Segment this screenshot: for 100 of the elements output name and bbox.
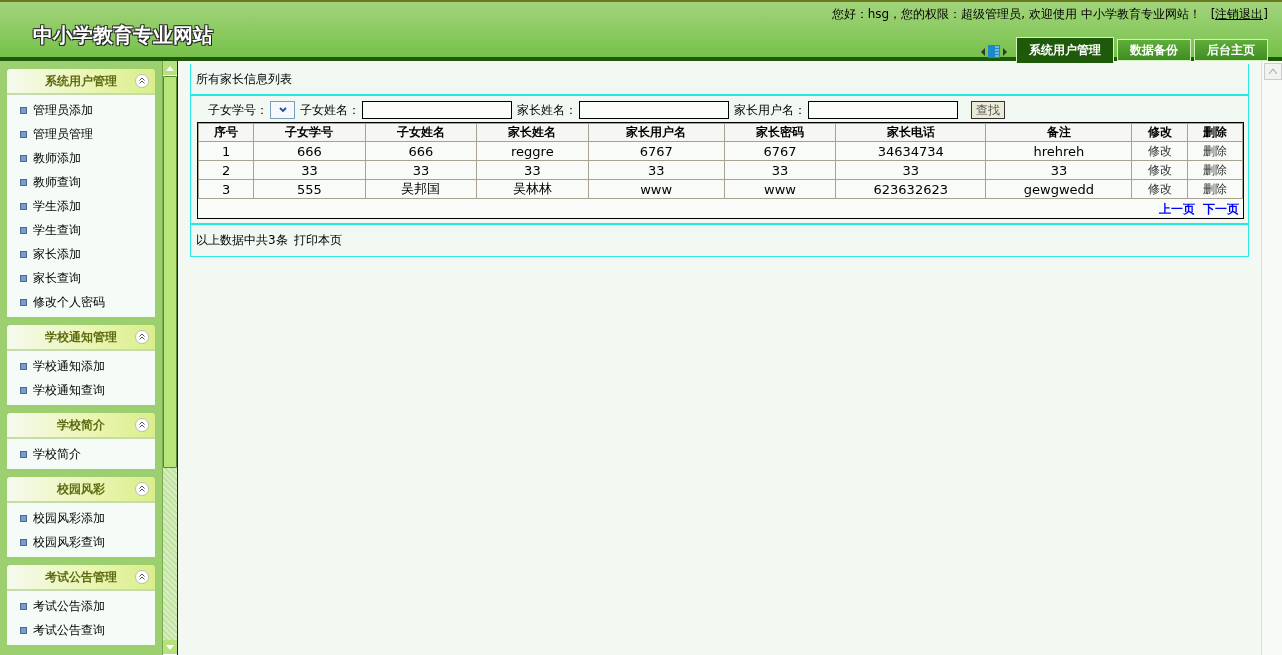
- table-cell: 6767: [724, 141, 836, 161]
- sidebar-link[interactable]: 考试公告查询: [33, 621, 105, 639]
- table-cell: 6767: [588, 141, 725, 161]
- sidebar-link[interactable]: 学生查询: [33, 221, 81, 239]
- panel-title: 学校通知管理: [45, 328, 117, 346]
- site-title: 中小学教育专业网站: [33, 22, 213, 49]
- panel-header[interactable]: 系统用户管理: [7, 69, 155, 95]
- table-cell: 33: [985, 160, 1132, 180]
- table-cell: 33: [365, 160, 477, 180]
- right-arrow-icon[interactable]: [1002, 47, 1007, 56]
- bullet-icon: [20, 130, 27, 138]
- bullet-icon: [20, 250, 27, 258]
- table-cell: 555: [253, 179, 366, 199]
- sidebar-link[interactable]: 学生添加: [33, 197, 81, 215]
- table-cell: www: [724, 179, 836, 199]
- panel-title: 校园风彩: [57, 480, 105, 498]
- filter-label: 家长姓名：: [517, 101, 577, 119]
- table-cell: 33: [835, 160, 986, 180]
- action-link[interactable]: 删除: [1187, 160, 1243, 180]
- bullet-icon: [20, 106, 27, 114]
- column-header: 家长姓名: [476, 123, 589, 142]
- sidebar-link[interactable]: 教师查询: [33, 173, 81, 191]
- table-cell: 34634734: [835, 141, 986, 161]
- sidebar-link[interactable]: 校园风彩查询: [33, 533, 105, 551]
- action-link[interactable]: 删除: [1187, 141, 1243, 161]
- table-cell: 2: [198, 160, 254, 180]
- column-header: 家长用户名: [588, 123, 725, 142]
- sidebar-link[interactable]: 考试公告添加: [33, 597, 105, 615]
- filter-label: 子女姓名：: [300, 101, 360, 119]
- print-link[interactable]: 打印本页: [293, 232, 342, 249]
- pager-link[interactable]: 下一页: [1203, 201, 1239, 216]
- table-cell: 623632623: [835, 179, 986, 199]
- sidebar-link[interactable]: 家长查询: [33, 269, 81, 287]
- table-cell: 吴邦国: [365, 179, 477, 199]
- panel-header[interactable]: 学校简介: [7, 413, 155, 439]
- sidebar-link[interactable]: 管理员添加: [33, 101, 93, 119]
- bullet-icon: [20, 154, 27, 162]
- action-link[interactable]: 修改: [1131, 179, 1188, 199]
- bullet-icon: [20, 226, 27, 234]
- filter-label: 家长用户名：: [734, 101, 806, 119]
- input-field[interactable]: [808, 101, 958, 119]
- bullet-icon: [20, 202, 27, 210]
- column-header: 序号: [198, 123, 254, 142]
- column-header: 子女学号: [253, 123, 366, 142]
- table-cell: 1: [198, 141, 254, 161]
- bullet-icon: [20, 362, 27, 370]
- scroll-thumb[interactable]: [163, 76, 177, 468]
- sidebar-link[interactable]: 家长添加: [33, 245, 81, 263]
- column-header: 备注: [985, 123, 1132, 142]
- sidebar-link[interactable]: 教师添加: [33, 149, 81, 167]
- panel-header[interactable]: 学校通知管理: [7, 325, 155, 351]
- collapse-icon[interactable]: [135, 330, 149, 344]
- bullet-icon: [20, 386, 27, 394]
- table-cell: www: [588, 179, 725, 199]
- table-cell: 33: [253, 160, 366, 180]
- bullet-icon: [20, 178, 27, 186]
- table-cell: 666: [253, 141, 366, 161]
- collapse-icon[interactable]: [135, 570, 149, 584]
- logout-link[interactable]: [注销退出]: [1210, 6, 1268, 23]
- bullet-icon: [20, 298, 27, 306]
- column-header: 修改: [1131, 123, 1188, 142]
- record-count: 以上数据中共3条: [196, 232, 288, 249]
- pager-link[interactable]: 上一页: [1159, 201, 1195, 216]
- column-header: 家长电话: [835, 123, 986, 142]
- bullet-icon: [20, 602, 27, 610]
- select-field[interactable]: [270, 101, 295, 119]
- collapse-icon[interactable]: [135, 74, 149, 88]
- table-cell: 666: [365, 141, 477, 161]
- sidebar-link[interactable]: 校园风彩添加: [33, 509, 105, 527]
- panel-title: 学校简介: [57, 416, 105, 434]
- left-arrow-icon[interactable]: [981, 47, 986, 56]
- search-button[interactable]: 查找: [971, 101, 1005, 119]
- list-title: 所有家长信息列表: [196, 70, 292, 88]
- scrollbar[interactable]: [162, 61, 178, 655]
- collapse-icon[interactable]: [135, 418, 149, 432]
- action-link[interactable]: 修改: [1131, 160, 1188, 180]
- sidebar-link[interactable]: 学校通知添加: [33, 357, 105, 375]
- table-cell: 33: [724, 160, 836, 180]
- action-link[interactable]: 删除: [1187, 179, 1243, 199]
- bullet-icon: [20, 538, 27, 546]
- column-header: 家长密码: [724, 123, 836, 142]
- table-cell: 33: [476, 160, 589, 180]
- table-cell: 3: [198, 179, 254, 199]
- bullet-icon: [20, 450, 27, 458]
- collapse-icon[interactable]: [135, 482, 149, 496]
- column-header: 子女姓名: [365, 123, 477, 142]
- nav-tab[interactable]: 系统用户管理: [1016, 37, 1114, 63]
- panel-header[interactable]: 校园风彩: [7, 477, 155, 503]
- input-field[interactable]: [579, 101, 729, 119]
- filter-label: 子女学号：: [208, 101, 268, 119]
- sidebar-link[interactable]: 修改个人密码: [33, 293, 105, 311]
- input-field[interactable]: [362, 101, 512, 119]
- sidebar-link[interactable]: 学校通知查询: [33, 381, 105, 399]
- action-link[interactable]: 修改: [1131, 141, 1188, 161]
- bullet-icon: [20, 274, 27, 282]
- panel-title: 系统用户管理: [45, 72, 117, 90]
- bullet-icon: [20, 514, 27, 522]
- sidebar-link[interactable]: 学校简介: [33, 445, 81, 463]
- sidebar-link[interactable]: 管理员管理: [33, 125, 93, 143]
- panel-header[interactable]: 考试公告管理: [7, 565, 155, 591]
